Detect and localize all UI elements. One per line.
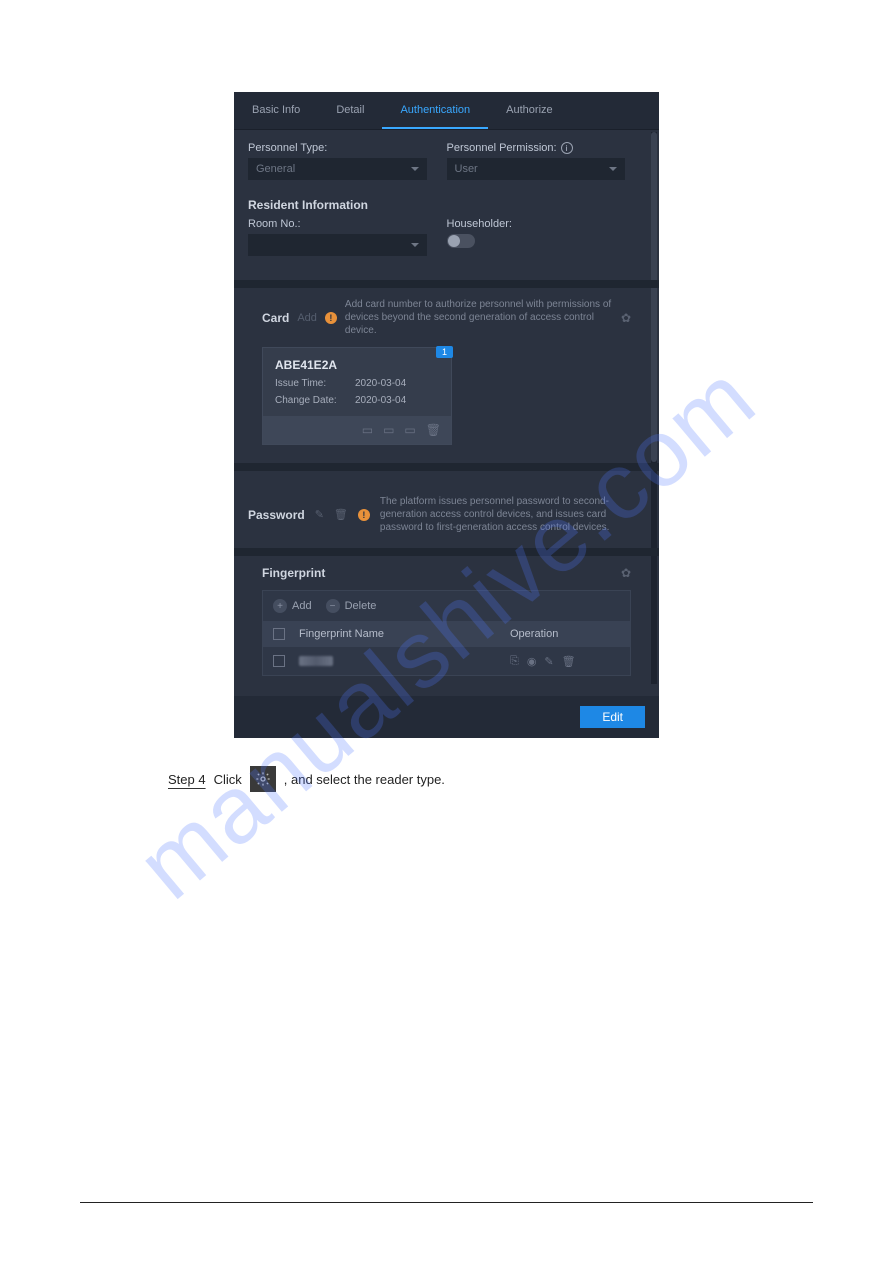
change-date-label: Change Date: xyxy=(275,395,355,406)
issue-time-label: Issue Time: xyxy=(275,378,355,389)
change-date-value: 2020-03-04 xyxy=(355,395,406,406)
personnel-type-label: Personnel Type: xyxy=(248,142,447,154)
doc-step-line: Step 4 Click , and select the reader typ… xyxy=(80,766,813,792)
fingerprint-icon[interactable]: ◉ xyxy=(527,655,537,668)
fingerprint-name-header: Fingerprint Name xyxy=(295,628,510,640)
tab-authorize[interactable]: Authorize xyxy=(488,92,570,129)
fingerprint-icon[interactable]: ⎘ xyxy=(510,655,519,668)
password-title: Password xyxy=(248,508,305,522)
personnel-type-select[interactable]: General xyxy=(248,158,427,180)
fingerprint-title: Fingerprint xyxy=(262,566,325,580)
room-no-label: Room No.: xyxy=(248,218,447,230)
app-panel: Basic Info Detail Authentication Authori… xyxy=(234,92,659,738)
card-action-icon[interactable]: ▭ xyxy=(383,423,394,437)
fingerprint-add-button[interactable]: + Add xyxy=(273,599,312,613)
gear-box-icon xyxy=(250,766,276,792)
page-rule xyxy=(80,1202,813,1203)
warning-icon: ! xyxy=(358,509,370,521)
card-id: ABE41E2A xyxy=(275,358,439,372)
personnel-permission-label: Personnel Permission: i xyxy=(447,142,646,154)
edit-icon[interactable]: ✎ xyxy=(544,655,553,668)
fingerprint-op-header: Operation xyxy=(510,628,630,640)
section-divider xyxy=(234,548,659,556)
doc-step-text: Click xyxy=(214,772,242,787)
gear-icon[interactable]: ✿ xyxy=(621,311,631,325)
edit-icon[interactable]: ✎ xyxy=(315,508,324,521)
personnel-permission-label-text: Personnel Permission: xyxy=(447,142,557,154)
card-actions-bar: ▭ ▭ ▭ 🗑 xyxy=(263,416,451,444)
password-note-text: The platform issues personnel password t… xyxy=(380,495,645,534)
personnel-permission-select[interactable]: User xyxy=(447,158,626,180)
section-divider xyxy=(234,280,659,288)
section-divider xyxy=(234,463,659,471)
tab-authentication[interactable]: Authentication xyxy=(382,92,488,129)
warning-icon: ! xyxy=(325,312,337,324)
resident-info-title: Resident Information xyxy=(248,198,645,212)
fingerprint-table-row: ⎘ ◉ ✎ 🗑 xyxy=(263,647,630,675)
edit-button[interactable]: Edit xyxy=(580,706,645,728)
plus-icon: + xyxy=(273,599,287,613)
fingerprint-delete-label: Delete xyxy=(345,600,377,612)
card-action-icon[interactable]: ▭ xyxy=(362,423,373,437)
info-icon[interactable]: i xyxy=(561,142,573,154)
footer-bar: Edit xyxy=(234,696,659,738)
doc-step-text-b: , and select the reader type. xyxy=(284,772,445,787)
doc-step-prefix: Step 4 xyxy=(168,772,206,787)
card-action-icon[interactable]: ▭ xyxy=(404,423,415,437)
householder-toggle[interactable] xyxy=(447,234,475,248)
tab-basic-info[interactable]: Basic Info xyxy=(234,92,318,129)
fingerprint-panel: + Add − Delete Fingerprint Name Operat xyxy=(262,590,631,676)
tabs-bar: Basic Info Detail Authentication Authori… xyxy=(234,92,659,130)
fingerprint-table-header: Fingerprint Name Operation xyxy=(263,621,630,647)
card-title: Card xyxy=(262,311,289,325)
card-add-link[interactable]: Add xyxy=(297,312,317,324)
card-badge: 1 xyxy=(436,346,453,358)
card-item: 1 ABE41E2A Issue Time: 2020-03-04 Change… xyxy=(262,347,452,445)
page-content: Basic Info Detail Authentication Authori… xyxy=(0,0,893,832)
fingerprint-delete-button[interactable]: − Delete xyxy=(326,599,377,613)
gear-icon[interactable]: ✿ xyxy=(621,566,631,580)
checkbox-row[interactable] xyxy=(273,655,285,667)
trash-icon[interactable]: 🗑 xyxy=(334,508,348,521)
room-no-select[interactable] xyxy=(248,234,427,256)
checkbox-all[interactable] xyxy=(273,628,285,640)
minus-icon: − xyxy=(326,599,340,613)
card-note-text: Add card number to authorize personnel w… xyxy=(345,298,613,337)
fingerprint-add-label: Add xyxy=(292,600,312,612)
trash-icon[interactable]: 🗑 xyxy=(426,423,441,437)
issue-time-value: 2020-03-04 xyxy=(355,378,406,389)
trash-icon[interactable]: 🗑 xyxy=(562,655,576,668)
householder-label: Householder: xyxy=(447,218,646,230)
tab-detail[interactable]: Detail xyxy=(318,92,382,129)
fingerprint-name-cell xyxy=(295,656,510,666)
